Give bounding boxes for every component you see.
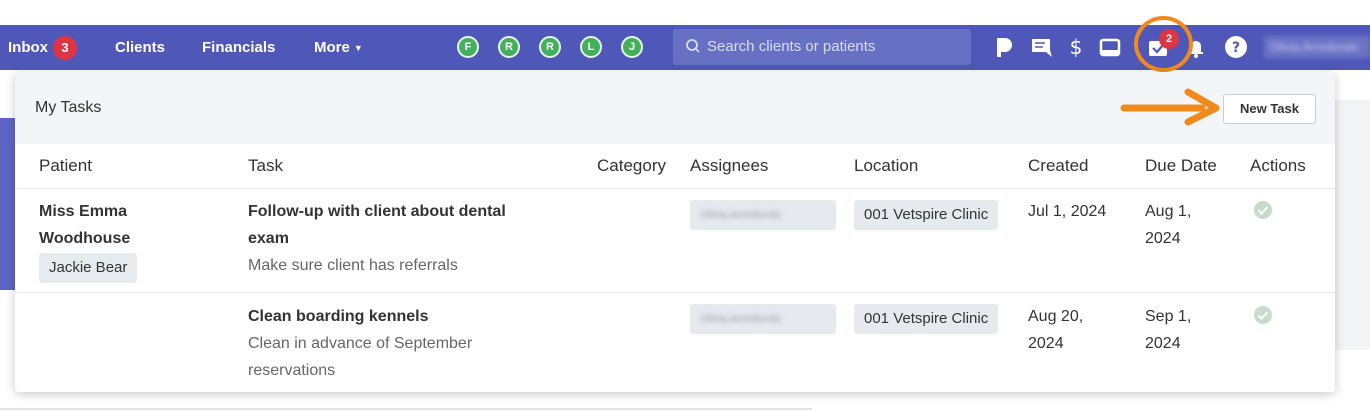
- due-date-line2: 2024: [1145, 230, 1181, 247]
- search-placeholder: Search clients or patients: [707, 38, 876, 55]
- background-strip: [1335, 100, 1370, 350]
- chat-icon[interactable]: [1028, 33, 1056, 61]
- inbox-count-badge: 3: [53, 36, 77, 61]
- assignee-chip: Olivia Arredondo: [690, 304, 836, 334]
- location-circle-r2[interactable]: R: [539, 36, 561, 58]
- column-header-due-date[interactable]: Due Date: [1145, 156, 1217, 176]
- task-description-line1: Clean in advance of September: [248, 335, 473, 352]
- user-menu[interactable]: Olivia Arredondo: [1264, 36, 1370, 58]
- column-header-category[interactable]: Category: [597, 156, 666, 176]
- inbox-tray-icon[interactable]: [1096, 33, 1124, 61]
- new-task-button[interactable]: New Task: [1223, 94, 1316, 124]
- help-icon[interactable]: ?: [1222, 33, 1250, 61]
- nav-inbox[interactable]: Inbox 3: [8, 25, 77, 70]
- task-title: Clean boarding kennels: [248, 308, 429, 325]
- column-header-actions: Actions: [1250, 156, 1306, 175]
- task-description-line2: reservations: [248, 362, 336, 379]
- due-date-line2: 2024: [1145, 335, 1181, 352]
- assignee-name: Olivia Arredondo: [700, 313, 782, 325]
- search-icon: [686, 39, 700, 53]
- background-divider: [0, 408, 812, 410]
- column-header-location[interactable]: Location: [854, 156, 918, 176]
- created-date-line1: Aug 20,: [1028, 308, 1084, 325]
- user-name: Olivia Arredondo: [1270, 40, 1359, 54]
- due-date: Sep 1, 2024: [1145, 303, 1191, 357]
- nav-financials[interactable]: Financials: [202, 25, 275, 70]
- due-date-line1: Sep 1,: [1145, 308, 1192, 325]
- location-chip: 001 Vetspire Clinic: [854, 200, 999, 230]
- column-header-patient[interactable]: Patient: [39, 156, 92, 176]
- caret-down-icon: ▼: [353, 42, 363, 53]
- nav-inbox-label: Inbox: [8, 39, 48, 56]
- due-date: Aug 1, 2024: [1145, 198, 1191, 252]
- column-header-task[interactable]: Task: [248, 156, 283, 176]
- highlight-ring: [1134, 16, 1193, 72]
- panel-title: My Tasks: [35, 99, 102, 116]
- assignee-name: Olivia Arredondo: [700, 209, 782, 221]
- created-date: Jul 1, 2024: [1028, 203, 1107, 220]
- task-title-line1: Follow-up with client about dental: [248, 203, 506, 220]
- location-circle-r1[interactable]: R: [498, 36, 520, 58]
- svg-text:$: $: [1070, 35, 1083, 59]
- due-date-line1: Aug 1,: [1145, 203, 1192, 220]
- dollar-icon[interactable]: $: [1062, 33, 1090, 61]
- search-input[interactable]: Search clients or patients: [673, 29, 971, 65]
- patient-name-line2: Woodhouse: [39, 230, 131, 247]
- location-chip: 001 Vetspire Clinic: [854, 304, 999, 334]
- patient-name-line1: Miss Emma: [39, 203, 128, 220]
- nav-more[interactable]: More ▼: [314, 25, 363, 70]
- pet-chip[interactable]: Jackie Bear: [39, 253, 138, 283]
- nav-clients[interactable]: Clients: [115, 25, 165, 70]
- patient-name[interactable]: Miss Emma Woodhouse: [39, 198, 130, 252]
- location-circle-f[interactable]: F: [457, 36, 479, 58]
- nav-more-label: More: [314, 39, 350, 56]
- task-title-line2: exam: [248, 230, 289, 247]
- complete-check-icon[interactable]: [1253, 305, 1273, 325]
- task-description: Make sure client has referrals: [248, 257, 458, 274]
- created-date: Aug 20, 2024: [1028, 303, 1083, 357]
- svg-text:?: ?: [1232, 40, 1240, 56]
- task-cell[interactable]: Clean boarding kennels Clean in advance …: [248, 303, 578, 384]
- column-header-assignees[interactable]: Assignees: [690, 156, 768, 176]
- task-cell[interactable]: Follow-up with client about dental exam …: [248, 198, 578, 279]
- header-divider: [15, 188, 1335, 189]
- location-circle-j[interactable]: J: [621, 36, 643, 58]
- location-circle-l[interactable]: L: [580, 36, 602, 58]
- complete-check-icon[interactable]: [1253, 200, 1273, 220]
- row-divider: [15, 292, 1335, 293]
- background-accent: [0, 118, 16, 290]
- assignee-chip: Olivia Arredondo: [690, 200, 836, 230]
- column-header-created[interactable]: Created: [1028, 156, 1088, 176]
- paw-logo-icon[interactable]: [990, 33, 1018, 61]
- created-date-line2: 2024: [1028, 335, 1064, 352]
- annotation-arrow-icon: [1120, 88, 1220, 126]
